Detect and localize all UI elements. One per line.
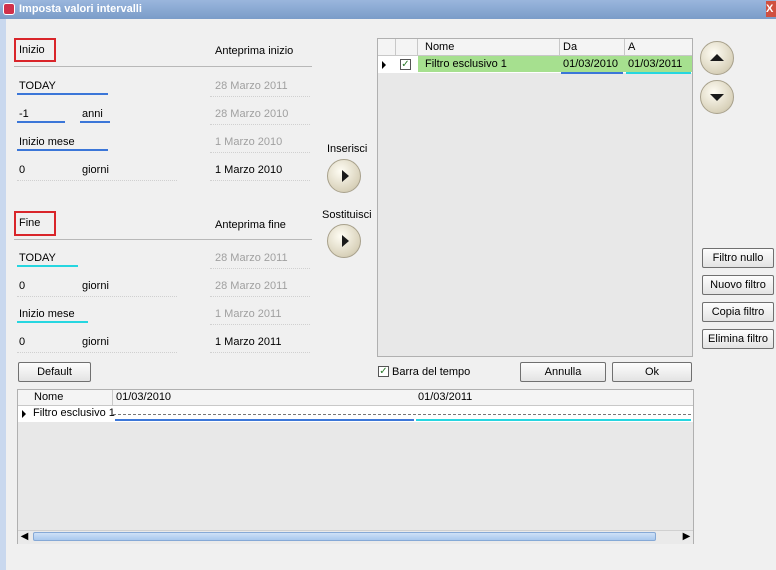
timeline-tick-start: 01/03/2010 (116, 391, 172, 403)
start-base-underline (17, 93, 108, 95)
replace-button[interactable] (327, 224, 361, 258)
end-days-unit[interactable]: giorni (82, 336, 109, 348)
dotted-line (210, 151, 310, 153)
end-base-underline (17, 265, 78, 267)
start-offset-preview: 28 Marzo 2010 (215, 108, 289, 120)
end-align-underline (17, 321, 88, 323)
insert-button[interactable] (327, 159, 361, 193)
end-offset-field[interactable]: 0 (19, 280, 25, 292)
move-down-button[interactable] (700, 80, 734, 114)
end-base-preview: 28 Marzo 2011 (215, 252, 288, 264)
timeline-row-name: Filtro esclusivo 1 (33, 407, 115, 419)
dotted-line (17, 351, 177, 353)
new-filter-button[interactable]: Nuovo filtro (702, 275, 774, 295)
start-header: Inizio (19, 44, 45, 56)
insert-label: Inserisci (327, 143, 368, 155)
column-header-from[interactable]: Da (563, 41, 577, 53)
start-final-preview: 1 Marzo 2010 (215, 164, 283, 176)
end-days-field[interactable]: 0 (19, 336, 25, 348)
start-preview-header: Anteprima inizio (215, 45, 294, 57)
end-preview-header: Anteprima fine (215, 219, 286, 231)
close-icon[interactable]: X (766, 1, 776, 17)
scrollbar-thumb[interactable] (33, 532, 656, 541)
column-header-name[interactable]: Nome (425, 41, 454, 53)
play-icon (342, 170, 349, 182)
timeline-start-bar (115, 419, 414, 421)
start-days-unit[interactable]: giorni (82, 164, 109, 176)
start-offset-field[interactable]: -1 (19, 108, 29, 120)
start-align-underline (17, 149, 108, 151)
window-border-left (0, 19, 6, 570)
start-align-preview: 1 Marzo 2010 (215, 136, 283, 148)
delete-filter-button[interactable]: Elimina filtro (702, 329, 774, 349)
start-offset-underline (17, 121, 65, 123)
chevron-up-icon (710, 54, 724, 61)
dotted-line (210, 95, 310, 97)
copy-filter-button[interactable]: Copia filtro (702, 302, 774, 322)
end-base-field[interactable]: TODAY (19, 252, 56, 264)
filter-row-name[interactable]: Filtro esclusivo 1 (425, 58, 507, 70)
timeline-tick-end: 01/03/2011 (418, 391, 473, 403)
start-unit-underline (80, 121, 110, 123)
window-title: Imposta valori intervalli (19, 3, 142, 15)
dotted-line (210, 295, 310, 297)
app-icon (3, 3, 15, 15)
start-header-box: Inizio (14, 38, 56, 62)
end-header-box: Fine (14, 211, 56, 236)
title-bar: Imposta valori intervalli X (0, 0, 776, 19)
column-header-to[interactable]: A (628, 41, 635, 53)
play-icon (342, 235, 349, 247)
dotted-line (17, 295, 177, 297)
ok-button[interactable]: Ok (612, 362, 692, 382)
timebar-label[interactable]: Barra del tempo (392, 366, 470, 378)
end-final-preview: 1 Marzo 2011 (215, 336, 282, 348)
scroll-right-icon[interactable]: ▶ (680, 531, 693, 543)
dotted-line (210, 323, 310, 325)
end-header: Fine (19, 217, 41, 229)
end-header-divider (14, 239, 312, 240)
scroll-left-icon[interactable]: ◀ (18, 531, 31, 543)
end-align-preview: 1 Marzo 2011 (215, 308, 282, 320)
start-base-field[interactable]: TODAY (19, 80, 56, 92)
end-align-field[interactable]: Inizio mese (19, 308, 75, 320)
cancel-button[interactable]: Annulla (520, 362, 606, 382)
dotted-line (210, 351, 310, 353)
dotted-line (210, 179, 310, 181)
dotted-line (210, 267, 310, 269)
start-header-divider (14, 66, 312, 67)
dotted-line (17, 179, 177, 181)
null-filter-button[interactable]: Filtro nullo (702, 248, 774, 268)
timeline-range-line (113, 414, 691, 415)
start-days-field[interactable]: 0 (19, 164, 25, 176)
end-offset-preview: 28 Marzo 2011 (215, 280, 288, 292)
row-pointer-icon (382, 61, 386, 69)
start-offset-unit[interactable]: anni (82, 108, 103, 120)
end-offset-unit[interactable]: giorni (82, 280, 109, 292)
row-pointer-icon (22, 410, 26, 418)
timeline-name-header: Nome (34, 391, 64, 403)
filter-grid[interactable] (377, 38, 693, 357)
dotted-line (210, 123, 310, 125)
filter-from-underline (561, 72, 623, 74)
start-align-field[interactable]: Inizio mese (19, 136, 75, 148)
filter-row-from[interactable]: 01/03/2010 (563, 58, 618, 70)
filter-row-checkbox[interactable]: ✓ (400, 59, 411, 70)
filter-to-underline (626, 72, 691, 74)
start-base-preview: 28 Marzo 2011 (215, 80, 288, 92)
timeline-end-bar (416, 419, 691, 421)
replace-label: Sostituisci (322, 209, 372, 221)
filter-row-to[interactable]: 01/03/2011 (628, 58, 682, 70)
default-button[interactable]: Default (18, 362, 91, 382)
chevron-down-icon (710, 94, 724, 101)
move-up-button[interactable] (700, 41, 734, 75)
timebar-checkbox[interactable]: ✓ (378, 366, 389, 377)
